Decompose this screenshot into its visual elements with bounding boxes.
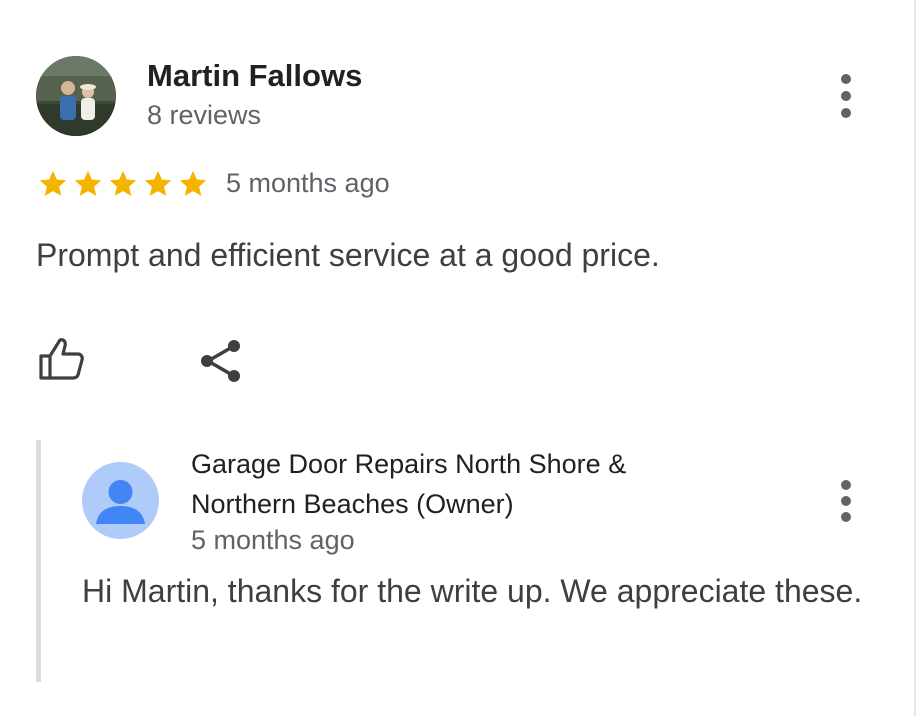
- thumbs-up-icon: [39, 338, 84, 380]
- default-person-avatar-icon: [82, 462, 159, 539]
- panel-edge-divider: [914, 0, 916, 716]
- star-icon: [179, 170, 207, 196]
- more-vertical-icon-dot: [841, 91, 851, 101]
- review-timestamp: 5 months ago: [226, 168, 390, 198]
- owner-name: Garage Door Repairs North Shore & Northe…: [191, 444, 791, 524]
- owner-avatar[interactable]: [82, 462, 159, 539]
- more-vertical-icon-dot: [841, 512, 851, 522]
- star-rating: [36, 168, 210, 200]
- reviewer-review-count[interactable]: 8 reviews: [147, 100, 261, 131]
- reviewer-name[interactable]: Martin Fallows: [147, 58, 362, 94]
- reply-timestamp: 5 months ago: [191, 525, 355, 555]
- star-icon: [39, 170, 67, 196]
- share-icon: [201, 340, 240, 382]
- review-text: Prompt and efficient service at a good p…: [36, 237, 660, 273]
- share-button[interactable]: [198, 338, 244, 384]
- review-more-options-button[interactable]: [831, 74, 861, 118]
- more-vertical-icon-dot: [841, 496, 851, 506]
- reply-text: Hi Martin, thanks for the write up. We a…: [82, 573, 863, 609]
- more-vertical-icon: [841, 74, 851, 84]
- like-button[interactable]: [38, 336, 86, 382]
- star-icon: [109, 170, 137, 196]
- more-vertical-icon: [841, 480, 851, 490]
- owner-name-line-2: Northern Beaches (Owner): [191, 489, 514, 519]
- reviewer-avatar[interactable]: [36, 56, 116, 136]
- reply-more-options-button[interactable]: [831, 480, 861, 522]
- more-vertical-icon-dot: [841, 108, 851, 118]
- owner-name-line-1: Garage Door Repairs North Shore &: [191, 449, 627, 479]
- reply-indent-bar: [36, 440, 41, 682]
- user-photo-avatar-icon: [36, 56, 116, 136]
- star-icon: [144, 170, 172, 196]
- star-icon: [74, 170, 102, 196]
